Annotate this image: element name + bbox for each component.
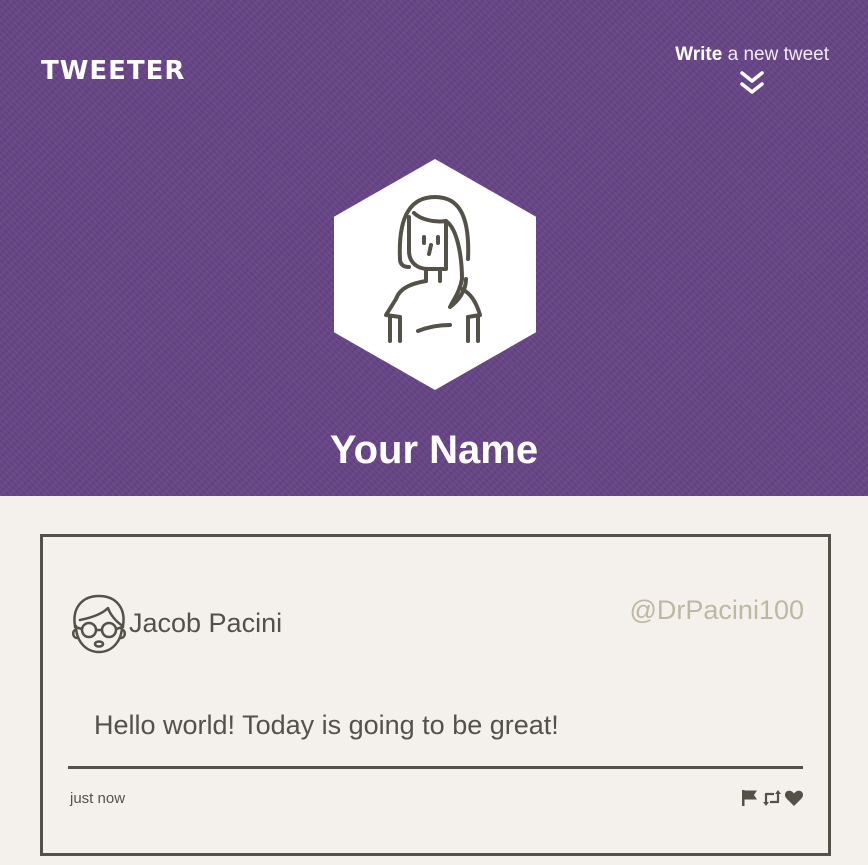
heart-icon[interactable] (784, 789, 804, 807)
double-chevron-down-icon (740, 71, 764, 94)
profile-avatar (334, 159, 536, 390)
flag-icon[interactable] (740, 789, 760, 807)
write-tweet-label-bold: Write (675, 44, 723, 65)
logo[interactable]: TWEETER (41, 56, 185, 86)
tweet-author-handle[interactable]: @DrPacini100 (630, 593, 805, 627)
tweet-text: Hello world! Today is going to be great! (94, 710, 559, 740)
tweet-author-name[interactable]: Jacob Pacini (129, 606, 282, 640)
tweet-actions (740, 789, 804, 807)
man-with-glasses-avatar-icon (72, 594, 126, 654)
tweet-divider (68, 766, 803, 769)
profile-header: TWEETER Write a new tweet Your Name (0, 0, 868, 496)
profile-name: Your Name (329, 428, 539, 472)
tweet-card: Jacob Pacini @DrPacini100 Hello world! T… (40, 534, 831, 856)
write-tweet-toggle[interactable]: Write a new tweet (675, 43, 829, 97)
tweet-timestamp: just now (70, 790, 126, 807)
write-tweet-label-rest: a new tweet (722, 44, 829, 65)
retweet-icon[interactable] (762, 789, 782, 807)
